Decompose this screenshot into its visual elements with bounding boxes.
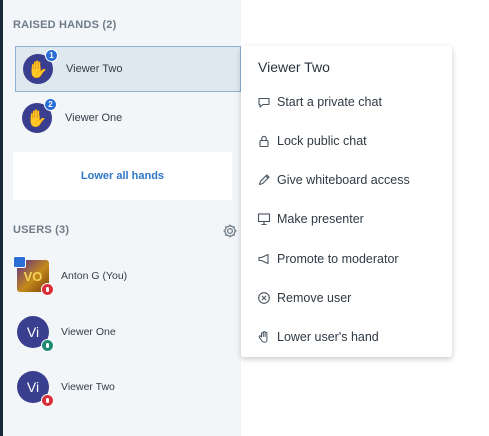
menu-item-lock-chat[interactable]: Lock public chat (241, 125, 452, 157)
menu-item-private-chat[interactable]: Start a private chat (241, 86, 452, 118)
avatar-initials: VO (23, 268, 43, 284)
menu-item-remove-user[interactable]: Remove user (241, 282, 452, 314)
menu-item-label: Lower user's hand (277, 330, 379, 344)
menu-item-label: Make presenter (277, 212, 364, 226)
lock-icon (259, 135, 269, 148)
avatar: ✋ 1 (23, 49, 58, 84)
user-item-viewer-two[interactable]: Vi Viewer Two (17, 370, 237, 407)
raised-hand-item-viewer-two[interactable]: ✋ 1 Viewer Two (15, 46, 241, 92)
raised-hand-icon: ✋ (27, 59, 49, 79)
user-item-viewer-one[interactable]: Vi Viewer One (17, 315, 237, 352)
raised-hands-title: RAISED HANDS (2) (13, 19, 117, 31)
mic-icon (41, 339, 54, 352)
menu-item-label: Lock public chat (277, 134, 367, 148)
chat-icon (258, 97, 270, 108)
lower-all-hands-button[interactable]: Lower all hands (81, 170, 164, 182)
menu-item-label: Start a private chat (277, 95, 382, 109)
muted-mic-icon (41, 283, 54, 296)
avatar-initials: Vi (26, 379, 40, 395)
avatar: ✋ 2 (22, 98, 57, 133)
menu-item-promote-moderator[interactable]: Promote to moderator (241, 243, 452, 275)
remove-icon (258, 292, 270, 304)
avatar: Vi (17, 316, 54, 352)
avatar: VO (13, 256, 54, 296)
user-item-self[interactable]: VO Anton G (You) (13, 256, 237, 296)
user-name: Anton G (You) (61, 270, 128, 282)
muted-mic-icon (41, 394, 54, 407)
presenter-icon (13, 256, 26, 268)
user-actions-menu: Viewer Two Start a private chat Lock pub… (241, 46, 452, 357)
user-name: Viewer Two (61, 381, 115, 393)
user-list-panel: RAISED HANDS (2) ✋ 1 Viewer Two ✋ 2 View… (3, 0, 241, 436)
hand-icon (258, 331, 268, 343)
pen-icon (258, 174, 270, 186)
raised-hand-name: Viewer One (65, 112, 123, 124)
menu-item-lower-hand[interactable]: Lower user's hand (241, 321, 452, 353)
users-title: USERS (3) (13, 224, 70, 236)
lower-all-hands-container: Lower all hands (13, 152, 232, 200)
raised-hand-icon: ✋ (26, 108, 48, 128)
hand-order-badge: 2 (44, 98, 57, 111)
avatar: Vi (17, 371, 54, 407)
menu-item-label: Promote to moderator (277, 252, 399, 266)
presentation-icon (257, 213, 271, 226)
menu-item-label: Give whiteboard access (277, 173, 410, 187)
menu-title: Viewer Two (258, 59, 330, 75)
menu-item-make-presenter[interactable]: Make presenter (241, 203, 452, 235)
gear-icon[interactable] (222, 223, 238, 239)
menu-item-whiteboard-access[interactable]: Give whiteboard access (241, 164, 452, 196)
megaphone-icon (258, 253, 269, 265)
raised-hand-name: Viewer Two (66, 63, 123, 75)
hand-order-badge: 1 (45, 49, 58, 62)
user-name: Viewer One (61, 326, 116, 338)
raised-hand-item-viewer-one[interactable]: ✋ 2 Viewer One (15, 95, 241, 141)
menu-item-label: Remove user (277, 291, 352, 305)
avatar-initials: Vi (26, 324, 40, 340)
